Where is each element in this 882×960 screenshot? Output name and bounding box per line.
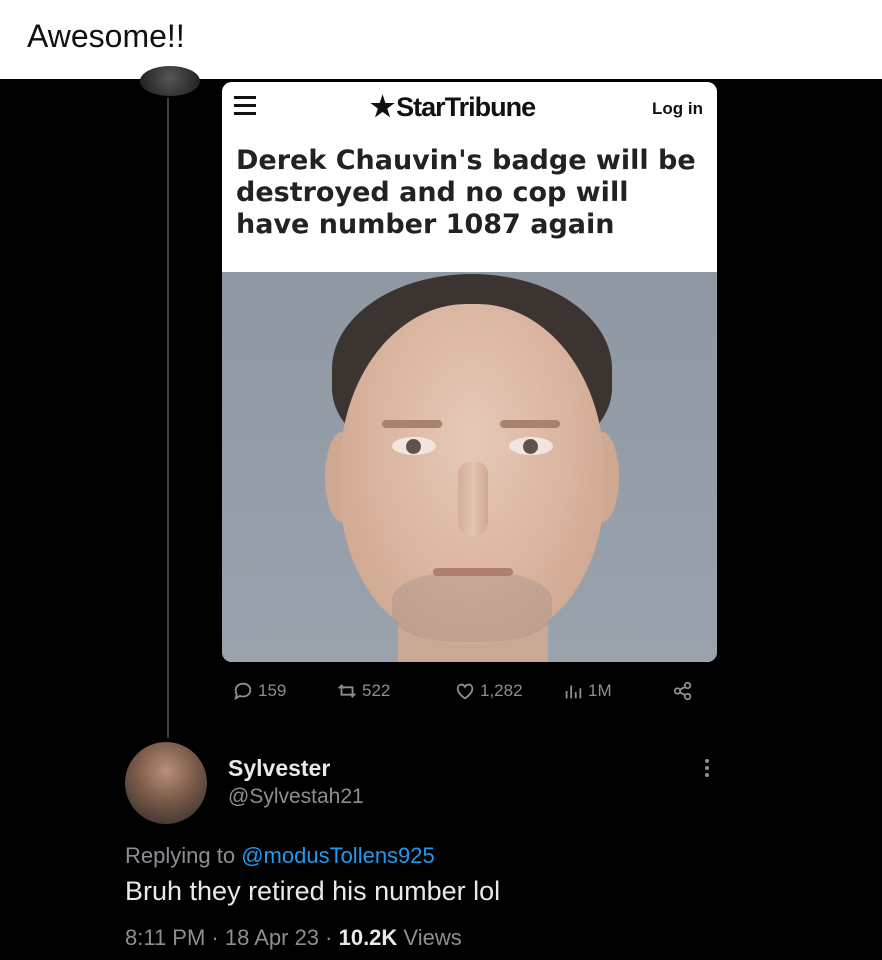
thread-line bbox=[167, 98, 169, 738]
tweet-actions: 159 522 1,282 1M bbox=[222, 680, 722, 710]
retweet-count: 522 bbox=[362, 681, 391, 700]
avatar[interactable] bbox=[125, 742, 207, 824]
brand-logo[interactable]: ★StarTribune bbox=[370, 90, 536, 123]
views-button[interactable]: 1M bbox=[562, 680, 612, 702]
replying-prefix: Replying to bbox=[125, 843, 236, 868]
like-button[interactable]: 1,282 bbox=[454, 680, 523, 702]
views-icon bbox=[565, 685, 582, 699]
star-icon: ★ bbox=[370, 91, 395, 122]
like-icon bbox=[456, 683, 474, 700]
reply-author-name[interactable]: Sylvester bbox=[228, 755, 330, 782]
share-button[interactable] bbox=[672, 680, 694, 702]
quoted-article-card[interactable]: ★StarTribune Log in Derek Chauvin's badg… bbox=[222, 82, 717, 662]
share-icon bbox=[673, 681, 692, 701]
facebook-post-header: Awesome!! bbox=[0, 0, 882, 79]
brand-name: StarTribune bbox=[396, 92, 536, 122]
article-headline[interactable]: Derek Chauvin's badge will be destroyed … bbox=[236, 145, 706, 241]
tweet-views-label: Views bbox=[397, 925, 462, 950]
like-count: 1,282 bbox=[480, 681, 523, 700]
reply-text: Bruh they retired his number lol bbox=[125, 876, 501, 906]
retweet-button[interactable]: 522 bbox=[336, 680, 390, 702]
reply-author-handle[interactable]: @Sylvestah21 bbox=[228, 785, 364, 809]
reply-icon bbox=[234, 682, 252, 701]
post-caption: Awesome!! bbox=[27, 18, 185, 54]
more-icon[interactable] bbox=[700, 756, 714, 780]
tweet-time[interactable]: 8:11 PM · 18 Apr 23 · bbox=[125, 925, 339, 950]
article-header: ★StarTribune Log in Derek Chauvin's badg… bbox=[222, 82, 717, 272]
tweet-views-count: 10.2K bbox=[338, 925, 398, 950]
reply-count: 159 bbox=[258, 681, 287, 700]
login-link[interactable]: Log in bbox=[652, 99, 703, 119]
menu-icon[interactable] bbox=[234, 96, 256, 116]
retweet-icon bbox=[338, 684, 356, 698]
article-photo bbox=[222, 272, 717, 662]
replying-to: Replying to @modusTollens925 bbox=[125, 843, 435, 869]
reply-button[interactable]: 159 bbox=[232, 680, 286, 702]
mention-link[interactable]: @modusTollens925 bbox=[241, 843, 435, 868]
tweet-meta: 8:11 PM · 18 Apr 23 · 10.2K Views bbox=[125, 925, 462, 951]
original-tweet-avatar[interactable] bbox=[140, 66, 200, 96]
views-count: 1M bbox=[588, 681, 612, 700]
